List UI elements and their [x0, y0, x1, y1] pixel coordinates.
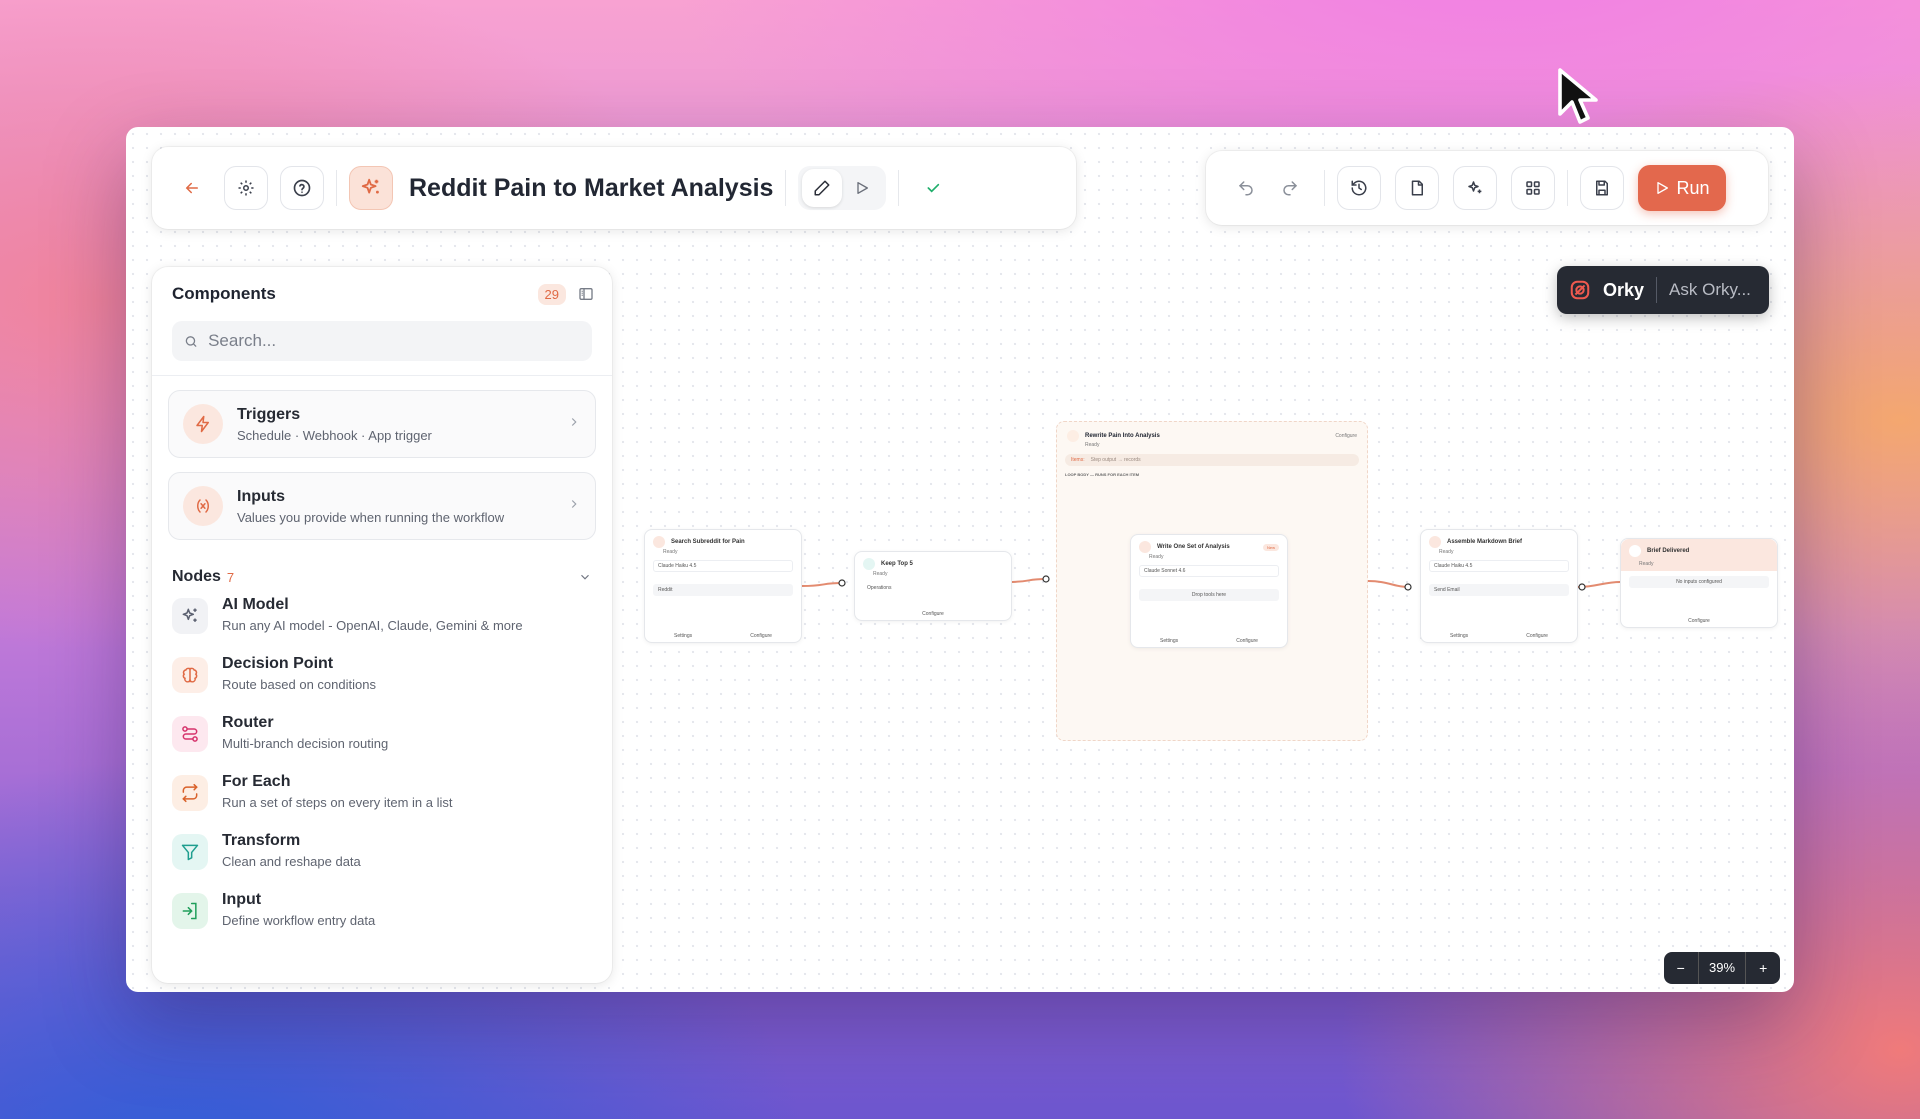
zoom-level: 39% — [1697, 952, 1747, 984]
zoom-control: − 39% + — [1664, 952, 1780, 984]
node-title: Write One Set of Analysis — [1157, 544, 1230, 550]
node-operations: Operations — [867, 585, 892, 591]
mouse-pointer-icon — [1558, 68, 1598, 124]
node-status: Ready — [1085, 442, 1100, 448]
node-configure-link[interactable]: Configure — [1335, 433, 1357, 439]
zoom-in-button[interactable]: + — [1746, 960, 1780, 976]
node-title: Keep Top 5 — [881, 561, 913, 567]
node-configure-link[interactable]: Configure — [922, 611, 944, 617]
workflow-node-write-analysis[interactable]: Write One Set of Analysis New Ready Claud… — [1130, 534, 1288, 648]
node-status: Ready — [1149, 554, 1164, 560]
ai-node-icon — [653, 536, 665, 548]
workflow-node-search-subreddit[interactable]: Search Subreddit for Pain Ready Claude H… — [644, 529, 802, 643]
node-model[interactable]: Claude Sonnet 4.6 — [1139, 565, 1279, 577]
workflow-node-assemble-brief[interactable]: Assemble Markdown Brief Ready Claude Hai… — [1420, 529, 1578, 643]
loop-items-label: Items: — [1071, 457, 1085, 463]
workflow-node-brief-delivered[interactable]: Brief Delivered Ready No inputs configur… — [1620, 538, 1778, 628]
node-tool[interactable]: Reddit — [653, 584, 793, 596]
ai-node-icon — [1429, 536, 1441, 548]
node-configure-link[interactable]: Configure — [1526, 633, 1548, 639]
app-window: Reddit Pain to Market Analysis Run Orky … — [126, 127, 1794, 992]
node-title: Brief Delivered — [1647, 548, 1690, 554]
ai-node-icon — [1139, 541, 1151, 553]
loop-items-value: Step output → records — [1090, 457, 1141, 463]
node-settings-link[interactable]: Settings — [1450, 633, 1468, 639]
zoom-out-button[interactable]: − — [1664, 960, 1698, 976]
repeat-icon — [1067, 430, 1079, 442]
node-model[interactable]: Claude Haiku 4.5 — [653, 560, 793, 572]
workflow-node-keep-top[interactable]: Keep Top 5 Ready Operations Configure — [854, 551, 1012, 621]
node-status: Ready — [873, 571, 888, 577]
node-title: Rewrite Pain Into Analysis — [1085, 433, 1160, 439]
drop-tools-zone[interactable]: Drop tools here — [1139, 589, 1279, 601]
node-configure-link[interactable]: Configure — [1688, 618, 1710, 624]
node-inputs: No inputs configured — [1629, 576, 1769, 588]
node-configure-link[interactable]: Configure — [750, 633, 772, 639]
node-tool[interactable]: Send Email — [1429, 584, 1569, 596]
new-badge: New — [1262, 543, 1279, 551]
node-status: Ready — [1439, 549, 1454, 555]
node-settings-link[interactable]: Settings — [674, 633, 692, 639]
node-status: Ready — [1621, 561, 1777, 571]
filter-icon — [863, 558, 875, 570]
node-title: Search Subreddit for Pain — [671, 539, 745, 545]
node-status: Ready — [663, 549, 678, 555]
node-configure-link[interactable]: Configure — [1236, 638, 1258, 644]
file-icon — [1629, 545, 1641, 557]
node-model[interactable]: Claude Haiku 4.5 — [1429, 560, 1569, 572]
node-title: Assemble Markdown Brief — [1447, 539, 1523, 545]
node-settings-link[interactable]: Settings — [1160, 638, 1178, 644]
loop-body-label: LOOP BODY — RUNS FOR EACH ITEM — [1065, 472, 1140, 477]
